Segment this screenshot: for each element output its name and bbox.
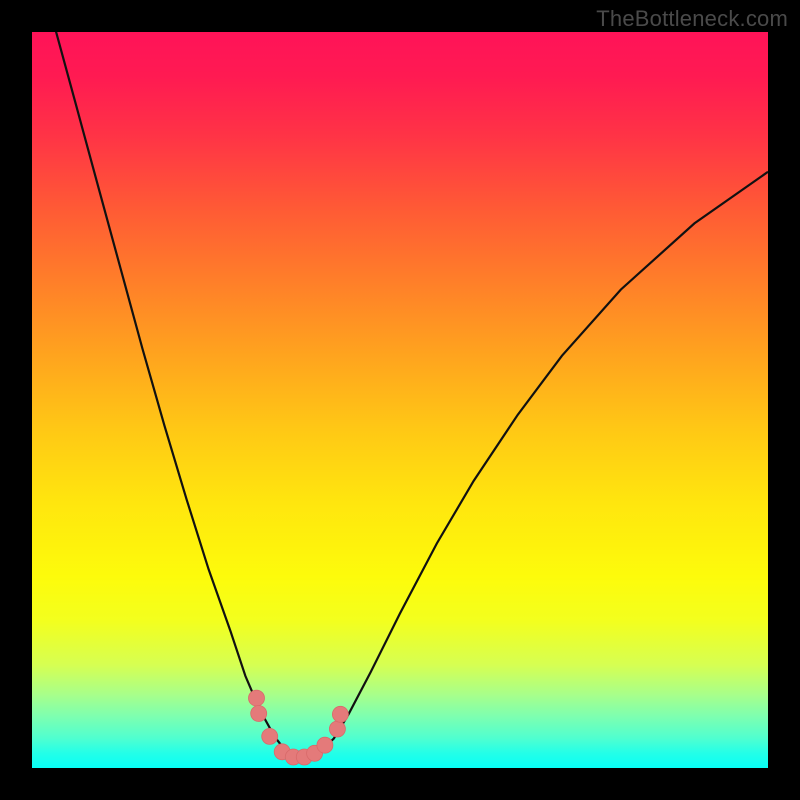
- curve-markers: [249, 690, 349, 765]
- chart-frame: TheBottleneck.com: [0, 0, 800, 800]
- curve-marker: [262, 728, 278, 744]
- watermark-text: TheBottleneck.com: [596, 6, 788, 32]
- curve-marker: [332, 706, 348, 722]
- curve-marker: [329, 721, 345, 737]
- curve-marker: [249, 690, 265, 706]
- plot-area: [32, 32, 768, 768]
- curve-marker: [251, 706, 267, 722]
- bottleneck-curve: [32, 32, 768, 758]
- curve-marker: [317, 737, 333, 753]
- chart-svg: [32, 32, 768, 768]
